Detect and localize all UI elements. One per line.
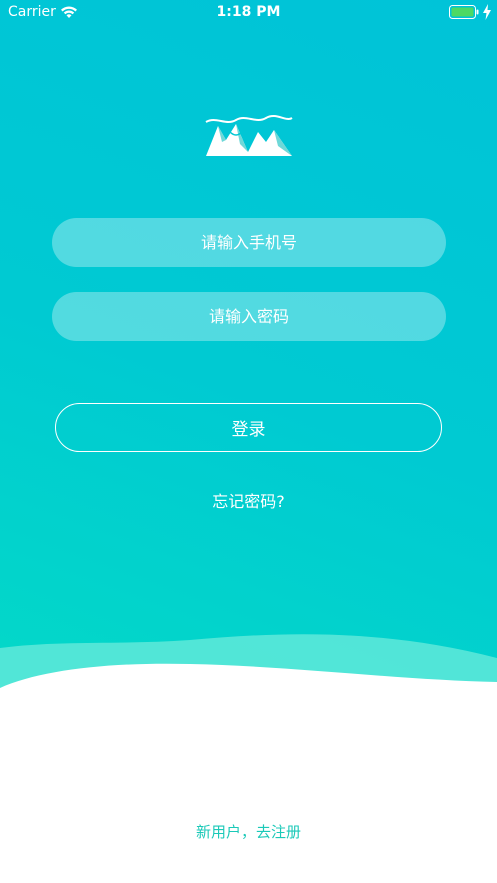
- phone-input[interactable]: [52, 218, 446, 267]
- register-link[interactable]: 新用户，去注册: [0, 821, 497, 842]
- forgot-password-link[interactable]: 忘记密码?: [0, 488, 497, 512]
- mountain-logo-icon: [205, 115, 293, 156]
- password-input[interactable]: [52, 292, 446, 341]
- status-bar: Carrier 1:18 PM: [0, 0, 497, 26]
- clock: 1:18 PM: [216, 4, 281, 20]
- login-button[interactable]: 登录: [55, 403, 442, 452]
- battery-icon: [449, 5, 479, 19]
- charging-icon: [483, 4, 491, 20]
